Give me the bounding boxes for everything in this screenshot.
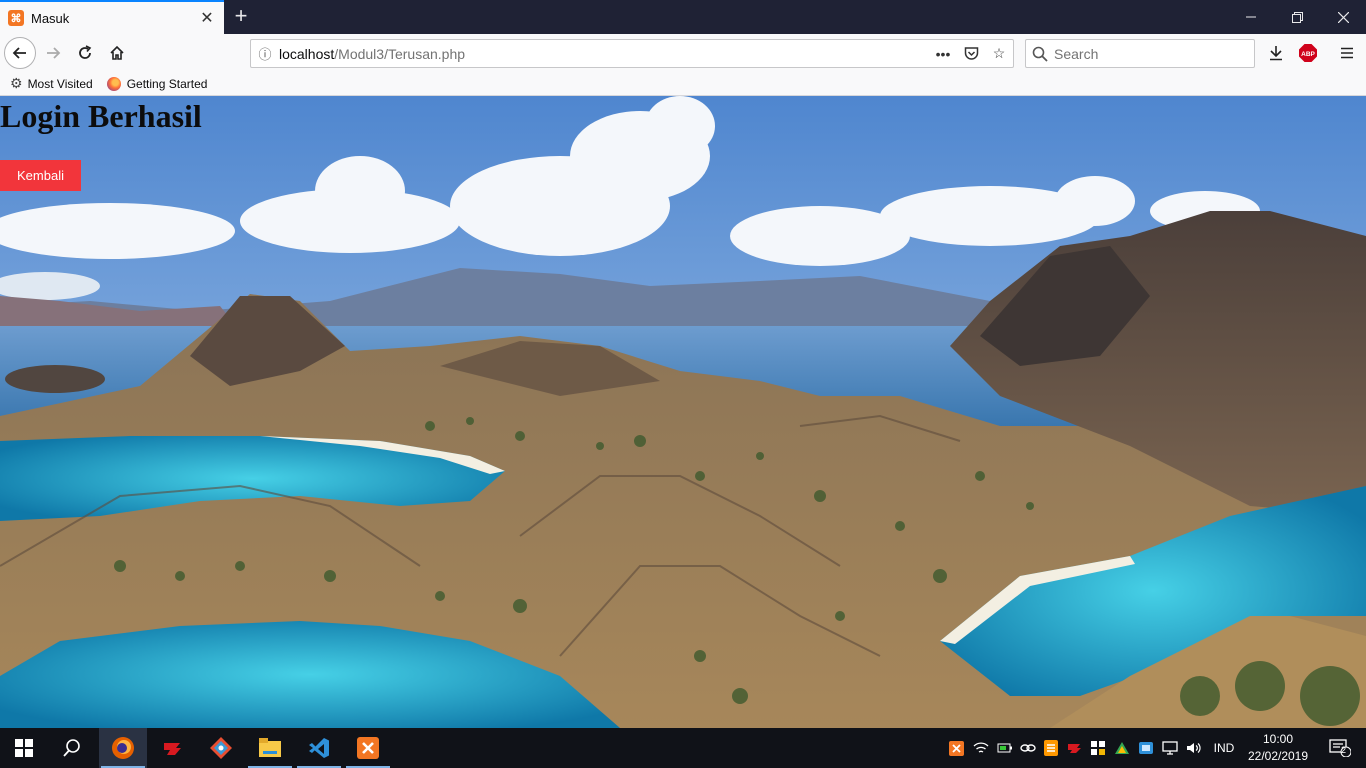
tray-google-drive-icon[interactable] (1112, 728, 1132, 768)
tray-windows-security-icon[interactable] (1088, 728, 1108, 768)
bookmark-star-icon[interactable]: ☆ (985, 40, 1013, 67)
start-button[interactable] (0, 728, 48, 768)
reload-button[interactable] (70, 38, 100, 68)
hamburger-menu-icon (1341, 47, 1353, 59)
svg-text:ABP: ABP (1301, 51, 1315, 58)
xampp-favicon-icon: ⌘ (8, 10, 24, 26)
tab-title: Masuk (31, 10, 70, 26)
back-arrow-icon (12, 47, 26, 59)
browser-tab-bar: ⌘ Masuk ✕ + (0, 0, 1366, 34)
tray-link-icon[interactable] (1018, 728, 1038, 768)
tray-battery-icon[interactable] (995, 728, 1015, 768)
firefox-icon (106, 76, 121, 91)
page-heading: Login Berhasil (0, 98, 202, 134)
bookmark-label: Most Visited (27, 76, 93, 91)
tray-garena-icon[interactable] (1064, 728, 1084, 768)
file-explorer-icon (259, 738, 281, 757)
xampp-icon (357, 737, 379, 759)
bookmark-most-visited[interactable]: ⚙ Most Visited (10, 75, 93, 92)
reload-icon (79, 45, 92, 59)
page-actions-icon[interactable]: ••• (929, 40, 957, 67)
windows-start-icon (15, 739, 33, 757)
landscape-background-image (0, 96, 1366, 728)
page-content: Login Berhasil Kembali (0, 96, 1366, 728)
clock-time: 10:00 (1262, 732, 1294, 746)
git-icon (210, 737, 232, 759)
forward-arrow-icon (47, 47, 61, 59)
url-path: /Modul3/Terusan.php (334, 45, 466, 62)
taskbar-firefox[interactable] (99, 728, 147, 768)
back-button[interactable] (4, 37, 36, 69)
bookmark-label: Getting Started (126, 76, 208, 91)
taskbar-file-explorer[interactable] (246, 728, 294, 768)
search-box[interactable]: Search (1025, 39, 1255, 68)
taskbar-search-button[interactable] (48, 728, 96, 768)
adblock-plus-button[interactable]: ABP (1293, 38, 1323, 68)
action-center-button[interactable]: 2 (1320, 728, 1360, 768)
window-close-icon[interactable] (1320, 0, 1366, 34)
adblock-plus-icon: ABP (1299, 44, 1317, 62)
tray-network-drive-icon[interactable] (1136, 728, 1156, 768)
bookmarks-toolbar: ⚙ Most Visited Getting Started (0, 72, 1366, 96)
search-icon (1032, 46, 1048, 62)
download-icon (1270, 46, 1282, 61)
tray-sublime-icon[interactable] (1041, 728, 1061, 768)
taskbar-garena[interactable] (148, 728, 196, 768)
browser-tab[interactable]: ⌘ Masuk ✕ (0, 0, 224, 34)
tab-close-icon[interactable]: ✕ (198, 8, 216, 28)
downloads-button[interactable] (1261, 38, 1291, 68)
tray-display-icon[interactable] (1160, 728, 1180, 768)
kembali-button[interactable]: Kembali (0, 160, 81, 191)
tray-volume-icon[interactable] (1184, 728, 1204, 768)
url-host: localhost (279, 45, 335, 62)
home-icon (110, 45, 124, 60)
pocket-icon[interactable] (957, 40, 985, 67)
menu-button[interactable] (1332, 38, 1362, 68)
tray-wifi-icon[interactable] (971, 728, 991, 768)
taskbar-xampp[interactable] (344, 728, 392, 768)
address-bar[interactable]: ⓘ localhost /Modul3/Terusan.php ••• ☆ (250, 39, 1014, 68)
tray-xampp-icon[interactable] (946, 728, 966, 768)
search-placeholder: Search (1054, 45, 1099, 62)
minimize-icon[interactable] (1228, 0, 1274, 34)
restore-icon[interactable] (1274, 0, 1320, 34)
home-button[interactable] (102, 38, 132, 68)
taskbar-git[interactable] (197, 728, 245, 768)
gear-icon: ⚙ (10, 75, 23, 91)
windows-taskbar: IND 10:00 22/02/2019 2 (0, 728, 1366, 768)
clock-date: 22/02/2019 (1247, 749, 1309, 763)
navigation-toolbar: ⓘ localhost /Modul3/Terusan.php ••• ☆ Se… (0, 34, 1366, 72)
forward-button[interactable] (38, 38, 68, 68)
tray-clock[interactable]: 10:00 22/02/2019 (1240, 731, 1316, 765)
notification-icon (1329, 739, 1351, 757)
site-info-icon[interactable]: ⓘ (251, 44, 279, 63)
firefox-icon (112, 737, 134, 759)
notification-count: 2 (1341, 745, 1347, 755)
bookmark-getting-started[interactable]: Getting Started (106, 76, 208, 91)
taskbar-vscode[interactable] (295, 728, 343, 768)
vscode-icon (309, 738, 329, 758)
tray-language[interactable]: IND (1208, 728, 1240, 768)
search-icon (63, 739, 80, 757)
new-tab-icon[interactable]: + (228, 4, 254, 30)
garena-icon (164, 743, 181, 755)
